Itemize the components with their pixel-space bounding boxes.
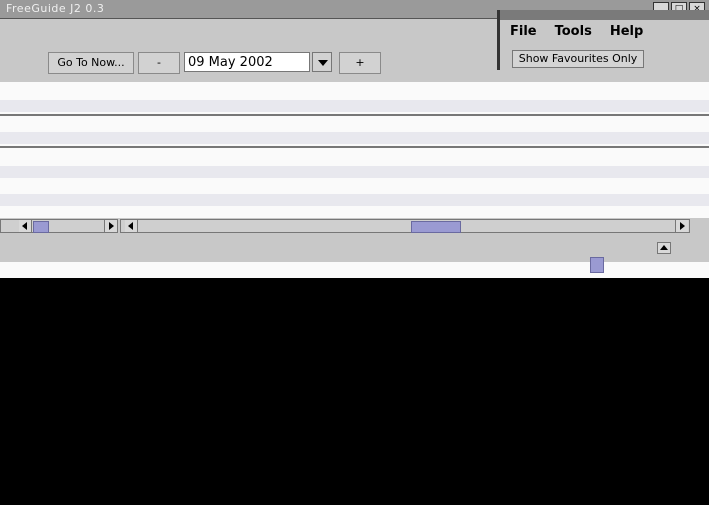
menu-window: File Tools Help Show Favourites Only (497, 10, 709, 70)
window-title: FreeGuide J2 0.3 (6, 2, 105, 15)
vertical-scrollbar-thumb[interactable] (590, 257, 604, 273)
channel-horizontal-scrollbar[interactable] (0, 219, 118, 233)
channel-row[interactable] (0, 132, 709, 144)
channel-row[interactable] (0, 180, 709, 192)
scroll-right-icon[interactable] (675, 220, 688, 232)
menu-bar: File Tools Help (510, 24, 643, 39)
channel-row[interactable] (0, 194, 709, 206)
previous-day-button[interactable]: - (138, 52, 180, 74)
grid-divider (0, 146, 709, 148)
show-favourites-button[interactable]: Show Favourites Only (512, 50, 644, 68)
menu-file[interactable]: File (510, 24, 537, 39)
programme-horizontal-scrollbar[interactable] (120, 219, 690, 233)
channel-row[interactable] (0, 152, 709, 164)
date-selector[interactable]: 09 May 2002 (184, 52, 310, 72)
freeguide-window: FreeGuide J2 0.3 _ □ × Go To Now... - 09… (0, 0, 709, 278)
scroll-left-icon[interactable] (19, 220, 32, 232)
menu-help[interactable]: Help (610, 24, 643, 39)
channel-row[interactable] (0, 100, 709, 112)
programme-guide-grid[interactable] (0, 82, 709, 218)
go-to-now-button[interactable]: Go To Now... (48, 52, 134, 74)
scrollbar-thumb[interactable] (411, 221, 461, 233)
date-toolbar: Go To Now... - 09 May 2002 + (0, 40, 495, 78)
grid-divider (0, 114, 709, 116)
scroll-right-icon[interactable] (104, 220, 117, 232)
menu-tools[interactable]: Tools (555, 24, 592, 39)
channel-row[interactable] (0, 118, 709, 130)
next-day-button[interactable]: + (339, 52, 381, 74)
channel-row[interactable] (0, 166, 709, 178)
scroll-up-icon[interactable] (657, 242, 671, 254)
chevron-down-icon[interactable] (312, 52, 332, 72)
scroll-left-icon[interactable] (125, 220, 138, 232)
channel-row[interactable] (0, 86, 709, 98)
scrollbar-thumb[interactable] (33, 221, 49, 233)
menu-window-title-bar[interactable] (500, 10, 709, 20)
